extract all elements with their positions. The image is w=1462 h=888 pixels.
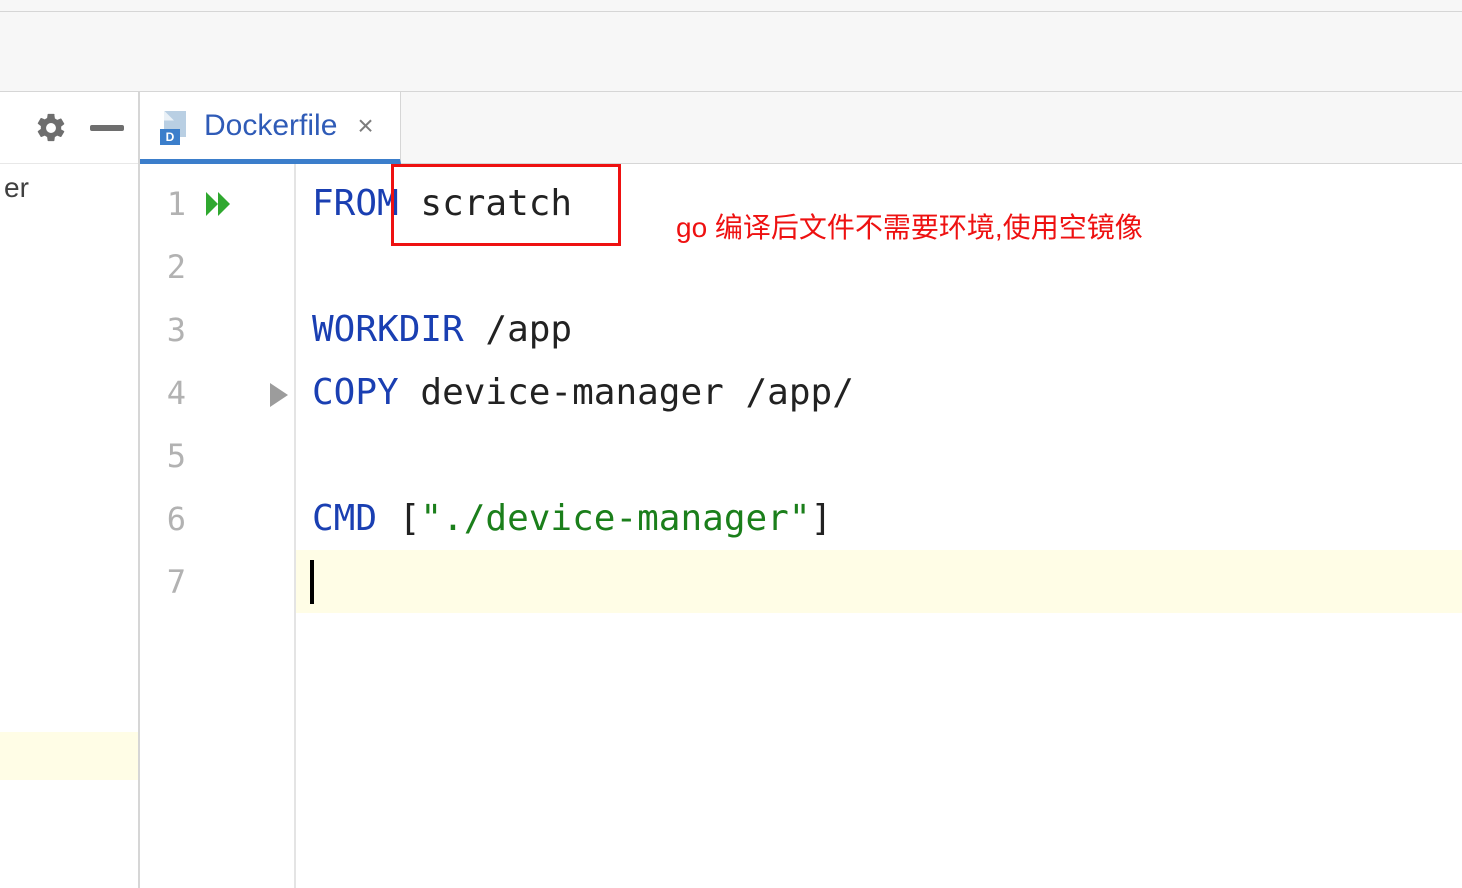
main-area: er D Dockerfile × 1 bbox=[0, 92, 1462, 888]
tab-bar: D Dockerfile × bbox=[140, 92, 1462, 164]
keyword-cmd: CMD bbox=[312, 487, 377, 550]
line-number: 4 bbox=[140, 374, 192, 412]
run-icon[interactable] bbox=[204, 188, 236, 220]
line-number: 1 bbox=[140, 185, 192, 223]
caret bbox=[310, 560, 314, 604]
line-number: 3 bbox=[140, 311, 192, 349]
line-number: 6 bbox=[140, 500, 192, 538]
keyword-copy: COPY bbox=[312, 361, 399, 424]
annotation-text: go 编译后文件不需要环境,使用空镜像 bbox=[676, 196, 1143, 259]
tab-label: Dockerfile bbox=[204, 109, 337, 143]
bracket-open: [ bbox=[377, 487, 420, 550]
fold-icon[interactable] bbox=[270, 383, 288, 407]
tree-item-truncated[interactable]: er bbox=[0, 164, 138, 212]
copy-arg: device-manager /app/ bbox=[420, 361, 853, 424]
line-number: 7 bbox=[140, 563, 192, 601]
close-icon[interactable]: × bbox=[351, 110, 379, 142]
editor-column: D Dockerfile × 1 bbox=[140, 92, 1462, 888]
code-line[interactable] bbox=[296, 424, 1462, 487]
tree-item-highlight[interactable] bbox=[0, 732, 138, 780]
from-arg: scratch bbox=[420, 172, 572, 235]
cmd-string: "./device-manager" bbox=[420, 487, 810, 550]
tree-item-label: er bbox=[4, 172, 29, 204]
editor-body: 1 2 3 4 bbox=[140, 164, 1462, 888]
gutter-row[interactable]: 6 bbox=[140, 487, 294, 550]
minimize-icon[interactable] bbox=[90, 125, 124, 131]
gutter: 1 2 3 4 bbox=[140, 164, 296, 888]
gutter-row[interactable]: 3 bbox=[140, 298, 294, 361]
project-tree[interactable]: er bbox=[0, 164, 138, 888]
code-line[interactable]: WORKDIR /app bbox=[296, 298, 1462, 361]
gutter-row[interactable]: 5 bbox=[140, 424, 294, 487]
code-area[interactable]: FROM scratch WORKDIR /app COPY device-ma… bbox=[296, 164, 1462, 888]
keyword-workdir: WORKDIR bbox=[312, 298, 464, 361]
window-top-strip bbox=[0, 0, 1462, 12]
tab-dockerfile[interactable]: D Dockerfile × bbox=[140, 92, 401, 164]
gutter-row[interactable]: 2 bbox=[140, 235, 294, 298]
code-line-current[interactable] bbox=[296, 550, 1462, 613]
keyword-from: FROM bbox=[312, 172, 399, 235]
code-line[interactable]: CMD ["./device-manager"] bbox=[296, 487, 1462, 550]
code-line[interactable]: COPY device-manager /app/ bbox=[296, 361, 1462, 424]
gutter-row[interactable]: 4 bbox=[140, 361, 294, 424]
line-number: 5 bbox=[140, 437, 192, 475]
toolbar-spacer bbox=[0, 12, 1462, 92]
project-sidebar: er bbox=[0, 92, 140, 888]
gutter-row[interactable]: 7 bbox=[140, 550, 294, 613]
dockerfile-icon: D bbox=[160, 111, 190, 141]
line-number: 2 bbox=[140, 248, 192, 286]
bracket-close: ] bbox=[811, 487, 833, 550]
sidebar-toolbar bbox=[0, 92, 138, 164]
workdir-arg: /app bbox=[485, 298, 572, 361]
gear-icon[interactable] bbox=[34, 111, 68, 145]
gutter-row[interactable]: 1 bbox=[140, 172, 294, 235]
